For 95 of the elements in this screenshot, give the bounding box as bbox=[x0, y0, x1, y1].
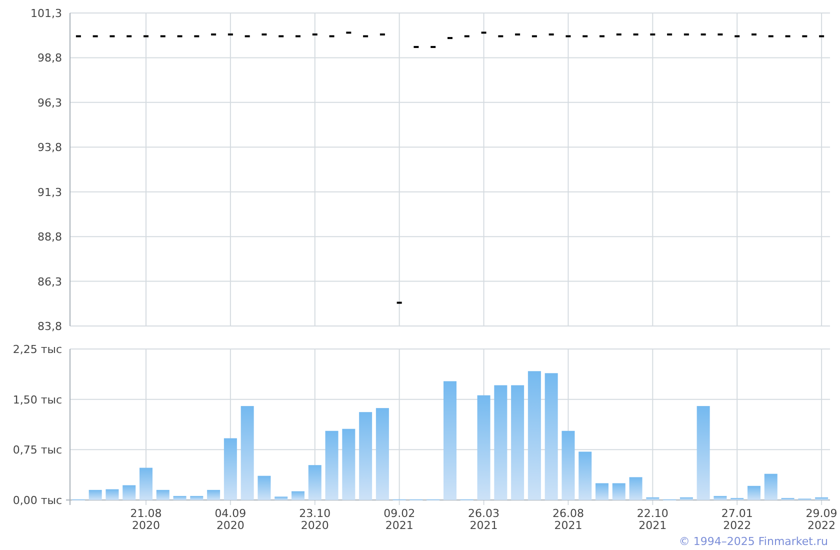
price-marker bbox=[228, 33, 233, 36]
price-marker bbox=[548, 33, 554, 36]
volume-bar bbox=[680, 497, 693, 500]
price-marker bbox=[346, 32, 352, 34]
price-marker bbox=[110, 35, 115, 38]
price-marker bbox=[211, 33, 216, 36]
price-marker bbox=[126, 35, 132, 38]
price-marker bbox=[481, 32, 486, 34]
volume-bar bbox=[325, 430, 338, 500]
price-marker bbox=[244, 35, 250, 38]
copyright-link[interactable]: © 1994–2025 Finmarket.ru bbox=[678, 535, 828, 549]
price-marker bbox=[532, 35, 537, 38]
price-marker bbox=[448, 37, 452, 40]
axis-label: 27.01 2022 bbox=[721, 507, 753, 532]
price-marker bbox=[633, 33, 638, 36]
price-marker bbox=[363, 35, 368, 38]
volume-bar bbox=[646, 497, 660, 500]
price-marker bbox=[312, 33, 318, 36]
price-marker bbox=[600, 35, 604, 38]
volume-bar bbox=[748, 486, 760, 500]
volume-bar bbox=[106, 489, 119, 500]
price-marker bbox=[700, 33, 706, 36]
price-marker bbox=[667, 33, 672, 36]
axis-label: 0,75 тыс bbox=[12, 444, 62, 457]
price-marker bbox=[278, 35, 284, 38]
volume-bar bbox=[308, 465, 322, 500]
axis-label: 98,8 bbox=[38, 52, 62, 65]
axis-label: 91,3 bbox=[38, 186, 62, 199]
price-marker bbox=[464, 35, 470, 38]
axis-label: 0,00 тыс bbox=[12, 494, 62, 507]
volume-bar bbox=[224, 438, 237, 500]
price-marker bbox=[718, 33, 723, 36]
axis-label: 26.03 2021 bbox=[468, 507, 500, 532]
price-marker bbox=[430, 46, 436, 48]
price-marker bbox=[650, 33, 656, 36]
volume-bar bbox=[815, 497, 828, 500]
axis-label: 09.02 2021 bbox=[384, 507, 416, 532]
price-marker bbox=[566, 35, 571, 38]
axis-label: 21.08 2020 bbox=[130, 507, 162, 532]
price-marker bbox=[414, 46, 419, 48]
price-marker bbox=[752, 33, 756, 36]
volume-bar bbox=[629, 477, 642, 500]
axis-label: 04.09 2020 bbox=[214, 507, 246, 532]
price-marker bbox=[498, 35, 504, 38]
price-marker bbox=[785, 35, 790, 38]
price-marker bbox=[144, 35, 148, 38]
volume-bar bbox=[140, 468, 152, 500]
volume-bar bbox=[764, 474, 778, 500]
volume-bar bbox=[342, 428, 356, 500]
volume-bar bbox=[258, 476, 271, 500]
volume-bar bbox=[122, 485, 136, 500]
volume-bar bbox=[781, 498, 794, 500]
price-marker bbox=[92, 35, 98, 38]
price-marker bbox=[262, 33, 267, 36]
price-marker bbox=[76, 35, 81, 38]
axis-label: 26.08 2021 bbox=[552, 507, 584, 532]
price-marker bbox=[734, 35, 740, 38]
price-marker bbox=[819, 35, 824, 38]
axis-label: 83,8 bbox=[38, 320, 62, 333]
volume-bar bbox=[562, 430, 575, 500]
axis-label: 86,3 bbox=[38, 275, 62, 288]
volume-bar bbox=[730, 498, 744, 500]
volume-bar bbox=[292, 491, 304, 500]
volume-bar bbox=[190, 496, 204, 500]
volume-bar bbox=[578, 452, 592, 500]
volume-bar bbox=[714, 496, 727, 500]
volume-bar bbox=[207, 490, 220, 500]
axis-label: 2,25 тыс bbox=[12, 343, 62, 356]
price-marker bbox=[194, 35, 200, 38]
volume-bar bbox=[173, 496, 186, 500]
price-marker bbox=[515, 33, 520, 36]
price-marker bbox=[380, 33, 385, 36]
price-marker bbox=[396, 302, 402, 304]
axis-label: 93,8 bbox=[38, 141, 62, 154]
axis-label: 29.09 2022 bbox=[806, 507, 838, 532]
axis-label: 101,3 bbox=[30, 7, 62, 20]
axis-label: 1,50 тыс bbox=[12, 393, 62, 406]
volume-bar bbox=[156, 490, 170, 500]
volume-bar bbox=[274, 496, 288, 500]
volume-bar bbox=[612, 483, 626, 500]
volume-bar bbox=[596, 483, 608, 500]
price-marker bbox=[802, 35, 808, 38]
axis-label: 88,8 bbox=[38, 230, 62, 244]
price-marker bbox=[684, 33, 689, 36]
price-marker bbox=[160, 35, 166, 38]
price-marker bbox=[582, 35, 588, 38]
volume-bar bbox=[88, 490, 102, 500]
axis-label: 22.10 2021 bbox=[636, 507, 668, 532]
price-marker bbox=[329, 35, 334, 38]
price-marker bbox=[616, 33, 622, 36]
price-marker bbox=[177, 35, 182, 38]
price-marker bbox=[768, 35, 774, 38]
axis-label: 96,3 bbox=[38, 96, 62, 110]
axis-label: 23.10 2020 bbox=[299, 507, 331, 532]
price-marker bbox=[296, 35, 300, 38]
